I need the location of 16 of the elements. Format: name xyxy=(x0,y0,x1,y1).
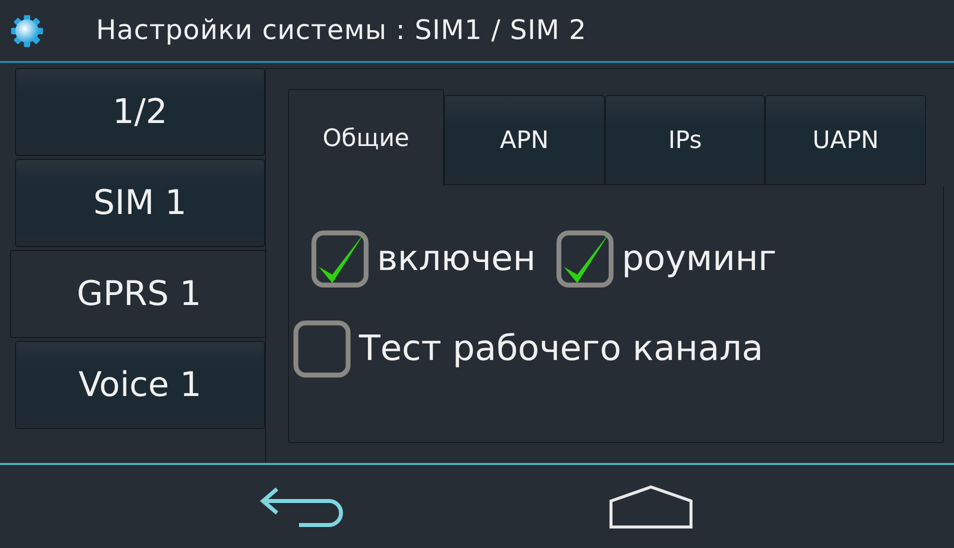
side-tab[interactable]: SIM 1 xyxy=(15,159,265,247)
checkbox-label: роуминг xyxy=(622,239,776,279)
side-tab[interactable]: 1/2 xyxy=(15,68,265,156)
checkbox-label: включен xyxy=(377,239,536,279)
side-tab[interactable]: GPRS 1 xyxy=(10,250,267,338)
side-tab[interactable]: Voice 1 xyxy=(15,341,265,429)
checkbox[interactable] xyxy=(293,320,351,378)
window-title: Настройки системы : SIM1 / SIM 2 xyxy=(96,15,587,46)
checkbox-label: Тест рабочего канала xyxy=(359,329,764,369)
checkbox[interactable] xyxy=(556,230,614,288)
tab[interactable]: IPs xyxy=(604,95,766,185)
tab[interactable]: APN xyxy=(444,95,605,185)
tab[interactable]: Общие xyxy=(288,89,444,186)
checkbox[interactable] xyxy=(311,230,369,288)
tab[interactable]: UAPN xyxy=(765,95,926,185)
gear-icon xyxy=(10,14,44,48)
